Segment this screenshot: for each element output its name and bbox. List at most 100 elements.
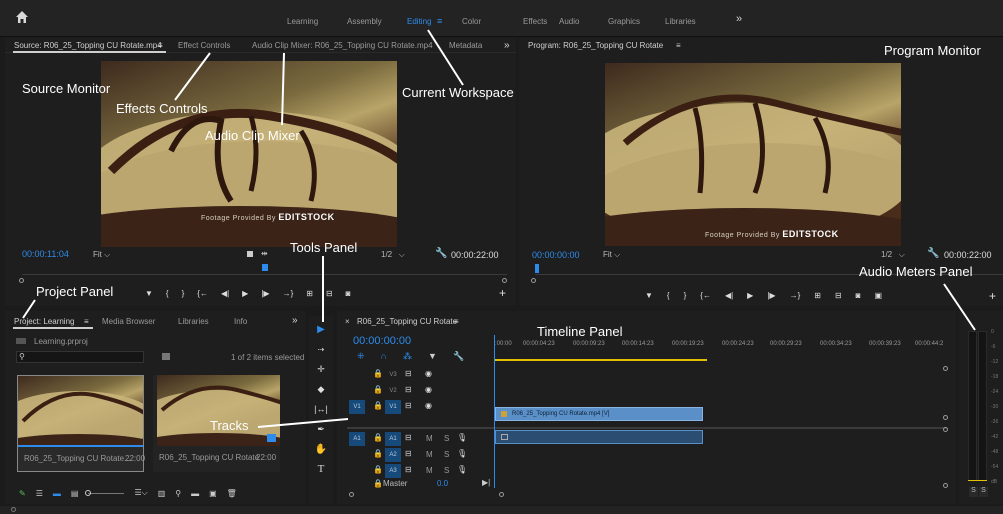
source-add-button-icon[interactable]: + xyxy=(499,286,506,300)
mute-button[interactable]: M xyxy=(426,434,433,443)
solo-button[interactable]: S xyxy=(444,434,449,443)
tab-libraries[interactable]: Libraries xyxy=(178,317,209,326)
automate-to-sequence-icon[interactable]: ▥ xyxy=(158,489,166,498)
settings-icon[interactable] xyxy=(247,251,253,257)
freeform-view-icon[interactable]: ▤ xyxy=(71,489,79,498)
program-scroll-start[interactable] xyxy=(531,278,536,283)
play-icon[interactable]: ▶ xyxy=(242,289,248,298)
eye-icon[interactable]: ◉ xyxy=(425,369,432,378)
timeline-scroll-end[interactable] xyxy=(499,492,504,497)
workspaces-overflow-icon[interactable]: » xyxy=(736,13,742,25)
lock-icon[interactable]: 🔒 xyxy=(373,369,383,378)
workspace-tab-assembly[interactable]: Assembly xyxy=(347,17,382,26)
sort-icon[interactable]: ☰⌵ xyxy=(134,488,147,498)
go-to-out-icon[interactable]: →} xyxy=(790,291,801,300)
project-tabs-overflow-icon[interactable]: » xyxy=(292,315,298,326)
track-target-a3[interactable]: A3 xyxy=(385,464,401,478)
workspace-tab-libraries[interactable]: Libraries xyxy=(665,17,696,26)
ripple-edit-tool-icon[interactable]: ✛ xyxy=(314,362,328,376)
track-target-a1[interactable]: A1 xyxy=(385,432,401,446)
sync-lock-icon[interactable]: ⊟ xyxy=(405,369,412,378)
sync-lock-icon[interactable]: ⊟ xyxy=(405,465,412,474)
wrench-icon[interactable]: 🔧 xyxy=(435,248,447,259)
timeline-scroll-start[interactable] xyxy=(349,492,354,497)
sequence-tab-menu-icon[interactable]: ≡ xyxy=(454,317,459,326)
go-to-in-icon[interactable]: {← xyxy=(700,291,711,300)
tab-metadata[interactable]: Metadata xyxy=(449,41,482,50)
home-icon[interactable] xyxy=(15,10,29,24)
program-fit-select[interactable]: Fit ⌵ xyxy=(603,250,620,260)
lock-icon[interactable]: 🔒 xyxy=(373,465,383,474)
step-back-icon[interactable]: ◀| xyxy=(221,289,229,298)
icon-view-icon[interactable]: ▬ xyxy=(53,489,61,498)
workspace-tab-effects[interactable]: Effects xyxy=(523,17,547,26)
find-icon[interactable]: ⚲ xyxy=(175,489,181,498)
lock-icon[interactable]: 🔒 xyxy=(373,433,383,442)
workspace-tab-color[interactable]: Color xyxy=(462,17,481,26)
project-search-input[interactable] xyxy=(16,351,144,363)
source-tabs-overflow-icon[interactable]: » xyxy=(504,40,510,51)
lock-icon[interactable]: 🔒 xyxy=(373,401,383,410)
marker-icon[interactable]: ▼ xyxy=(145,289,153,298)
camera-icon[interactable]: ◙ xyxy=(346,289,351,298)
source-playhead[interactable] xyxy=(262,264,268,271)
program-resolution-select[interactable]: 1/2 ⌵ xyxy=(881,250,905,260)
tab-project[interactable]: Project: Learning xyxy=(14,317,74,326)
source-resolution-select[interactable]: 1/2 ⌵ xyxy=(381,250,405,260)
new-bin-icon[interactable]: ▬ xyxy=(191,489,199,498)
compare-icon[interactable]: ▣ xyxy=(874,291,882,300)
write-protect-icon[interactable]: ✎ xyxy=(19,489,26,498)
new-bin-from-search-icon[interactable] xyxy=(162,353,170,360)
sync-lock-icon[interactable]: ⊟ xyxy=(405,433,412,442)
in-point-icon[interactable]: { xyxy=(166,289,169,298)
timeline-close-icon[interactable]: × xyxy=(345,317,350,326)
solo-right-button[interactable]: S xyxy=(979,487,988,497)
workspace-menu-icon[interactable]: ≡ xyxy=(437,16,442,26)
wrench-icon[interactable]: 🔧 xyxy=(927,248,939,259)
linked-selection-icon[interactable]: ⁂ xyxy=(403,351,412,362)
source-tab-menu-icon[interactable]: ≡ xyxy=(158,41,163,50)
insert-icon[interactable]: ⇹ xyxy=(261,249,268,258)
program-tab-menu-icon[interactable]: ≡ xyxy=(676,41,681,50)
work-area-bar[interactable] xyxy=(495,359,707,361)
new-item-icon[interactable]: ▣ xyxy=(209,489,217,498)
go-to-in-icon[interactable]: {← xyxy=(197,289,208,298)
solo-left-button[interactable]: S xyxy=(969,487,978,497)
overwrite-clip-icon[interactable]: ⊟ xyxy=(326,289,333,298)
master-volume[interactable]: 0.0 xyxy=(437,479,448,488)
lift-icon[interactable]: ⊞ xyxy=(814,291,821,300)
track-target-v3[interactable]: V3 xyxy=(385,368,401,382)
list-view-icon[interactable]: ☰ xyxy=(36,489,43,498)
microphone-icon[interactable]: 🎙 xyxy=(457,433,467,442)
timeline-playhead[interactable] xyxy=(494,335,495,488)
lock-icon[interactable]: 🔒 xyxy=(373,385,383,394)
tab-audio-clip-mixer[interactable]: Audio Clip Mixer: R06_25_Topping CU Rota… xyxy=(252,41,433,50)
extract-icon[interactable]: ⊟ xyxy=(835,291,842,300)
step-forward-icon[interactable]: |▶ xyxy=(767,291,775,300)
tab-effect-controls[interactable]: Effect Controls xyxy=(178,41,230,50)
sync-lock-icon[interactable]: ⊟ xyxy=(405,385,412,394)
selection-tool-icon[interactable]: ▶ xyxy=(314,322,328,336)
workspace-tab-audio[interactable]: Audio xyxy=(559,17,579,26)
mute-button[interactable]: M xyxy=(426,466,433,475)
workspace-tab-graphics[interactable]: Graphics xyxy=(608,17,640,26)
source-patch-a1[interactable]: A1 xyxy=(349,432,365,446)
out-point-icon[interactable]: } xyxy=(684,291,687,300)
program-playhead-timecode[interactable]: 00:00:00:00 xyxy=(532,250,580,260)
timeline-ruler[interactable]: :00:00 00:00:04:23 00:00:09:23 00:00:14:23 0… xyxy=(495,338,943,361)
sync-lock-icon[interactable]: ⊟ xyxy=(405,449,412,458)
track-target-a2[interactable]: A2 xyxy=(385,448,401,462)
insert-clip-icon[interactable]: ⊞ xyxy=(306,289,313,298)
timeline-playhead-timecode[interactable]: 00:00:00:00 xyxy=(353,335,411,347)
eye-icon[interactable]: ◉ xyxy=(425,385,432,394)
mute-button[interactable]: M xyxy=(426,450,433,459)
timeline-settings-icon[interactable]: 🔧 xyxy=(453,351,464,362)
clip-v1[interactable]: R06_25_Topping CU Rotate.mp4 [V] xyxy=(495,407,703,421)
source-scroll-end[interactable] xyxy=(502,278,507,283)
out-point-icon[interactable]: } xyxy=(182,289,185,298)
add-marker-icon[interactable]: ▼ xyxy=(428,351,437,362)
source-patch-v1[interactable]: V1 xyxy=(349,400,365,414)
workspace-tab-learning[interactable]: Learning xyxy=(287,17,318,26)
track-target-v2[interactable]: V2 xyxy=(385,384,401,398)
slip-tool-icon[interactable]: |↔| xyxy=(314,402,328,416)
